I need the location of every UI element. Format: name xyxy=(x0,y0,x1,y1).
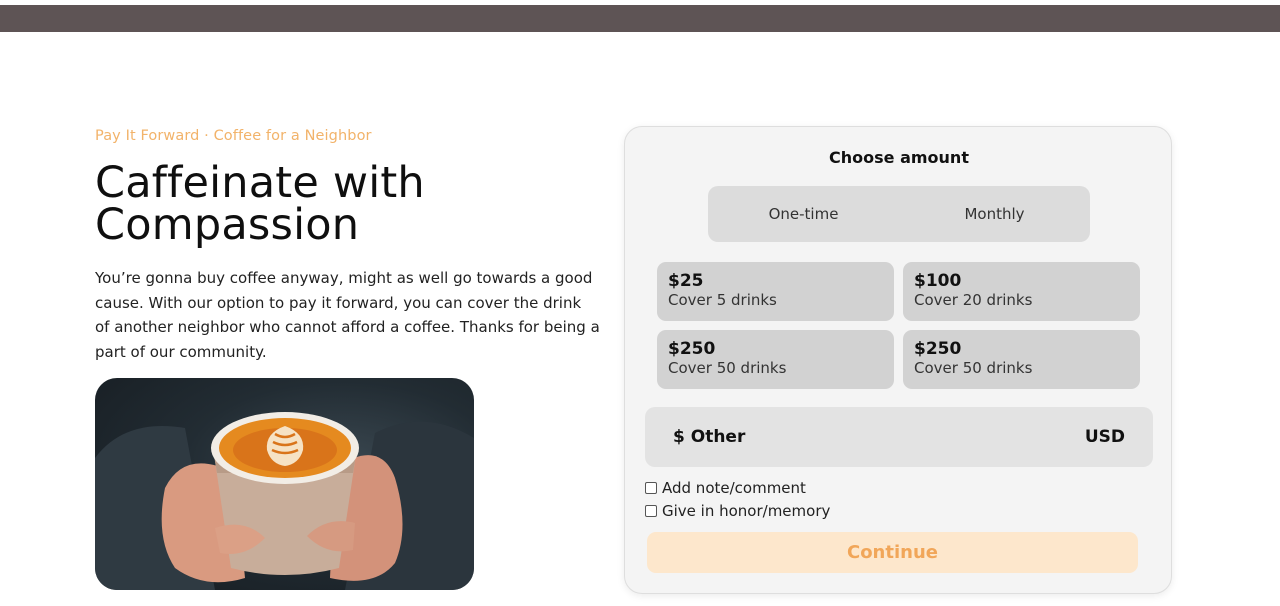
amount-option-100[interactable]: $100 Cover 20 drinks xyxy=(903,262,1140,321)
amount-description: Cover 50 drinks xyxy=(668,359,787,377)
coffee-cup-photo xyxy=(95,378,474,590)
amount-option-25[interactable]: $25 Cover 5 drinks xyxy=(657,262,894,321)
amount-description: Cover 50 drinks xyxy=(914,359,1033,377)
amount-description: Cover 5 drinks xyxy=(668,291,777,309)
honor-memory-label: Give in honor/memory xyxy=(662,502,831,520)
currency-label: USD xyxy=(1084,427,1125,447)
hero-section: Pay It Forward · Coffee for a Neighbor C… xyxy=(95,128,605,364)
add-note-checkbox[interactable] xyxy=(645,482,657,494)
other-amount-label: $ Other xyxy=(673,427,746,447)
amount-option-250-second[interactable]: $250 Cover 50 drinks xyxy=(903,330,1140,389)
add-note-label: Add note/comment xyxy=(662,479,806,497)
tab-one-time[interactable]: One-time xyxy=(708,186,899,242)
amount-value: $25 xyxy=(668,271,704,291)
amount-value: $100 xyxy=(914,271,962,291)
hero-description: You’re gonna buy coffee anyway, might as… xyxy=(95,269,600,361)
other-amount-input[interactable]: $ Other USD xyxy=(645,407,1153,467)
eyebrow-text: Pay It Forward · Coffee for a Neighbor xyxy=(95,128,372,144)
tab-monthly[interactable]: Monthly xyxy=(899,186,1090,242)
amount-value: $250 xyxy=(668,339,716,359)
amount-value: $250 xyxy=(914,339,962,359)
honor-memory-checkbox[interactable] xyxy=(645,505,657,517)
honor-memory-option: Give in honor/memory xyxy=(645,502,830,520)
amount-option-250[interactable]: $250 Cover 50 drinks xyxy=(657,330,894,389)
add-note-option: Add note/comment xyxy=(645,479,806,497)
donation-card: Choose amount One-time Monthly $25 Cover… xyxy=(624,126,1172,594)
frequency-toggle: One-time Monthly xyxy=(708,186,1090,242)
choose-amount-title: Choose amount xyxy=(829,148,969,167)
page-title: Caffeinate with Compassion xyxy=(95,162,605,247)
amount-description: Cover 20 drinks xyxy=(914,291,1033,309)
headline-line-2: Compassion xyxy=(95,200,360,250)
continue-button[interactable]: Continue xyxy=(647,532,1138,573)
top-bar xyxy=(0,5,1280,32)
